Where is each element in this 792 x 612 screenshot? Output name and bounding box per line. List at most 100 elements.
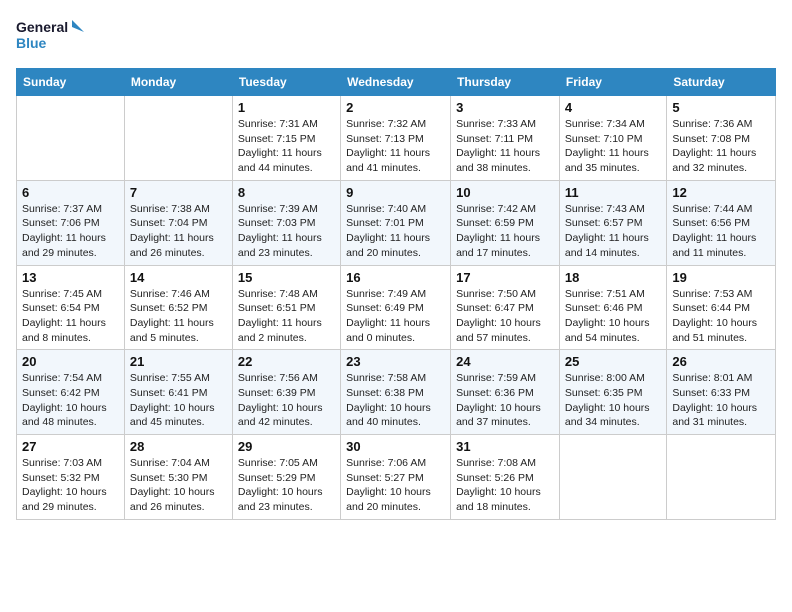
weekday-header-friday: Friday bbox=[559, 69, 666, 96]
day-number: 31 bbox=[456, 439, 554, 454]
calendar-week-row: 1 Sunrise: 7:31 AM Sunset: 7:15 PM Daylig… bbox=[17, 96, 776, 181]
day-number: 24 bbox=[456, 354, 554, 369]
calendar-cell: 26Sunrise: 8:01 AM Sunset: 6:33 PM Dayli… bbox=[667, 350, 776, 435]
cell-text: Sunrise: 7:42 AM Sunset: 6:59 PM Dayligh… bbox=[456, 202, 554, 261]
calendar-week-row: 27Sunrise: 7:03 AM Sunset: 5:32 PM Dayli… bbox=[17, 435, 776, 520]
calendar-week-row: 13Sunrise: 7:45 AM Sunset: 6:54 PM Dayli… bbox=[17, 265, 776, 350]
calendar-cell: 24 Sunrise: 7:59 AM Sunset: 6:36 PM Dayli… bbox=[451, 350, 560, 435]
calendar-cell: 14Sunrise: 7:46 AM Sunset: 6:52 PM Dayli… bbox=[124, 265, 232, 350]
calendar-cell: 31Sunrise: 7:08 AM Sunset: 5:26 PM Dayli… bbox=[451, 435, 560, 520]
calendar-cell: 15 Sunrise: 7:48 AM Sunset: 6:51 PM Dayli… bbox=[232, 265, 340, 350]
calendar-cell: 7Sunrise: 7:38 AM Sunset: 7:04 PM Daylig… bbox=[124, 180, 232, 265]
day-number: 9 bbox=[346, 185, 445, 200]
day-number: 16 bbox=[346, 270, 445, 285]
day-number: 6 bbox=[22, 185, 119, 200]
weekday-header-row: SundayMondayTuesdayWednesdayThursdayFrid… bbox=[17, 69, 776, 96]
cell-text: Sunrise: 7:54 AM Sunset: 6:42 PM Dayligh… bbox=[22, 371, 119, 430]
calendar-cell: 13Sunrise: 7:45 AM Sunset: 6:54 PM Dayli… bbox=[17, 265, 125, 350]
cell-text: Sunrise: 7:31 AM Sunset: 7:15 PM Dayligh… bbox=[238, 117, 335, 176]
day-number: 15 bbox=[238, 270, 335, 285]
weekday-header-wednesday: Wednesday bbox=[341, 69, 451, 96]
calendar-cell bbox=[17, 96, 125, 181]
day-number: 17 bbox=[456, 270, 554, 285]
cell-text: Sunrise: 7:37 AM Sunset: 7:06 PM Dayligh… bbox=[22, 202, 119, 261]
calendar-cell: 4 Sunrise: 7:34 AM Sunset: 7:10 PM Daylig… bbox=[559, 96, 666, 181]
calendar-cell: 27Sunrise: 7:03 AM Sunset: 5:32 PM Dayli… bbox=[17, 435, 125, 520]
day-number: 1 bbox=[238, 100, 335, 115]
cell-text: Sunrise: 7:50 AM Sunset: 6:47 PM Dayligh… bbox=[456, 287, 554, 346]
cell-text: Sunrise: 8:00 AM Sunset: 6:35 PM Dayligh… bbox=[565, 371, 661, 430]
day-number: 25 bbox=[565, 354, 661, 369]
cell-text: Sunrise: 7:34 AM Sunset: 7:10 PM Dayligh… bbox=[565, 117, 661, 176]
calendar-cell: 29Sunrise: 7:05 AM Sunset: 5:29 PM Dayli… bbox=[232, 435, 340, 520]
day-number: 27 bbox=[22, 439, 119, 454]
day-number: 12 bbox=[672, 185, 770, 200]
calendar-cell: 11 Sunrise: 7:43 AM Sunset: 6:57 PM Dayli… bbox=[559, 180, 666, 265]
weekday-header-saturday: Saturday bbox=[667, 69, 776, 96]
calendar-cell: 20 Sunrise: 7:54 AM Sunset: 6:42 PM Dayli… bbox=[17, 350, 125, 435]
day-number: 14 bbox=[130, 270, 227, 285]
cell-text: Sunrise: 7:43 AM Sunset: 6:57 PM Dayligh… bbox=[565, 202, 661, 261]
logo-svg: General Blue bbox=[16, 16, 86, 56]
calendar-cell: 21 Sunrise: 7:55 AM Sunset: 6:41 PM Dayli… bbox=[124, 350, 232, 435]
day-number: 20 bbox=[22, 354, 119, 369]
calendar-cell: 6 Sunrise: 7:37 AM Sunset: 7:06 PM Daylig… bbox=[17, 180, 125, 265]
calendar-cell: 22 Sunrise: 7:56 AM Sunset: 6:39 PM Dayli… bbox=[232, 350, 340, 435]
calendar-cell: 23Sunrise: 7:58 AM Sunset: 6:38 PM Dayli… bbox=[341, 350, 451, 435]
day-number: 18 bbox=[565, 270, 661, 285]
day-number: 28 bbox=[130, 439, 227, 454]
day-number: 29 bbox=[238, 439, 335, 454]
cell-text: Sunrise: 7:40 AM Sunset: 7:01 PM Dayligh… bbox=[346, 202, 445, 261]
day-number: 4 bbox=[565, 100, 661, 115]
cell-text: Sunrise: 7:49 AM Sunset: 6:49 PM Dayligh… bbox=[346, 287, 445, 346]
calendar-cell: 5Sunrise: 7:36 AM Sunset: 7:08 PM Daylig… bbox=[667, 96, 776, 181]
cell-text: Sunrise: 7:56 AM Sunset: 6:39 PM Dayligh… bbox=[238, 371, 335, 430]
weekday-header-sunday: Sunday bbox=[17, 69, 125, 96]
day-number: 30 bbox=[346, 439, 445, 454]
day-number: 5 bbox=[672, 100, 770, 115]
day-number: 11 bbox=[565, 185, 661, 200]
day-number: 8 bbox=[238, 185, 335, 200]
cell-text: Sunrise: 7:33 AM Sunset: 7:11 PM Dayligh… bbox=[456, 117, 554, 176]
calendar-cell: 16 Sunrise: 7:49 AM Sunset: 6:49 PM Dayli… bbox=[341, 265, 451, 350]
weekday-header-thursday: Thursday bbox=[451, 69, 560, 96]
cell-text: Sunrise: 7:39 AM Sunset: 7:03 PM Dayligh… bbox=[238, 202, 335, 261]
day-number: 13 bbox=[22, 270, 119, 285]
calendar-cell: 3 Sunrise: 7:33 AM Sunset: 7:11 PM Daylig… bbox=[451, 96, 560, 181]
day-number: 21 bbox=[130, 354, 227, 369]
cell-text: Sunrise: 7:51 AM Sunset: 6:46 PM Dayligh… bbox=[565, 287, 661, 346]
weekday-header-monday: Monday bbox=[124, 69, 232, 96]
cell-text: Sunrise: 7:44 AM Sunset: 6:56 PM Dayligh… bbox=[672, 202, 770, 261]
day-number: 10 bbox=[456, 185, 554, 200]
calendar-cell: 1 Sunrise: 7:31 AM Sunset: 7:15 PM Daylig… bbox=[232, 96, 340, 181]
calendar-cell: 28 Sunrise: 7:04 AM Sunset: 5:30 PM Dayli… bbox=[124, 435, 232, 520]
day-number: 2 bbox=[346, 100, 445, 115]
calendar-table: SundayMondayTuesdayWednesdayThursdayFrid… bbox=[16, 68, 776, 520]
cell-text: Sunrise: 8:01 AM Sunset: 6:33 PM Dayligh… bbox=[672, 371, 770, 430]
calendar-cell: 19Sunrise: 7:53 AM Sunset: 6:44 PM Dayli… bbox=[667, 265, 776, 350]
header: General Blue bbox=[16, 16, 776, 56]
cell-text: Sunrise: 7:55 AM Sunset: 6:41 PM Dayligh… bbox=[130, 371, 227, 430]
calendar-cell: 10 Sunrise: 7:42 AM Sunset: 6:59 PM Dayli… bbox=[451, 180, 560, 265]
svg-text:General: General bbox=[16, 19, 68, 35]
day-number: 3 bbox=[456, 100, 554, 115]
calendar-cell bbox=[559, 435, 666, 520]
cell-text: Sunrise: 7:32 AM Sunset: 7:13 PM Dayligh… bbox=[346, 117, 445, 176]
day-number: 23 bbox=[346, 354, 445, 369]
day-number: 22 bbox=[238, 354, 335, 369]
cell-text: Sunrise: 7:04 AM Sunset: 5:30 PM Dayligh… bbox=[130, 456, 227, 515]
calendar-cell bbox=[124, 96, 232, 181]
day-number: 19 bbox=[672, 270, 770, 285]
calendar-cell: 8 Sunrise: 7:39 AM Sunset: 7:03 PM Daylig… bbox=[232, 180, 340, 265]
calendar-cell: 12 Sunrise: 7:44 AM Sunset: 6:56 PM Dayli… bbox=[667, 180, 776, 265]
calendar-week-row: 6 Sunrise: 7:37 AM Sunset: 7:06 PM Daylig… bbox=[17, 180, 776, 265]
cell-text: Sunrise: 7:38 AM Sunset: 7:04 PM Dayligh… bbox=[130, 202, 227, 261]
logo: General Blue bbox=[16, 16, 86, 56]
calendar-cell bbox=[667, 435, 776, 520]
cell-text: Sunrise: 7:59 AM Sunset: 6:36 PM Dayligh… bbox=[456, 371, 554, 430]
calendar-cell: 25 Sunrise: 8:00 AM Sunset: 6:35 PM Dayli… bbox=[559, 350, 666, 435]
weekday-header-tuesday: Tuesday bbox=[232, 69, 340, 96]
cell-text: Sunrise: 7:48 AM Sunset: 6:51 PM Dayligh… bbox=[238, 287, 335, 346]
calendar-cell: 17 Sunrise: 7:50 AM Sunset: 6:47 PM Dayli… bbox=[451, 265, 560, 350]
calendar-cell: 9 Sunrise: 7:40 AM Sunset: 7:01 PM Daylig… bbox=[341, 180, 451, 265]
